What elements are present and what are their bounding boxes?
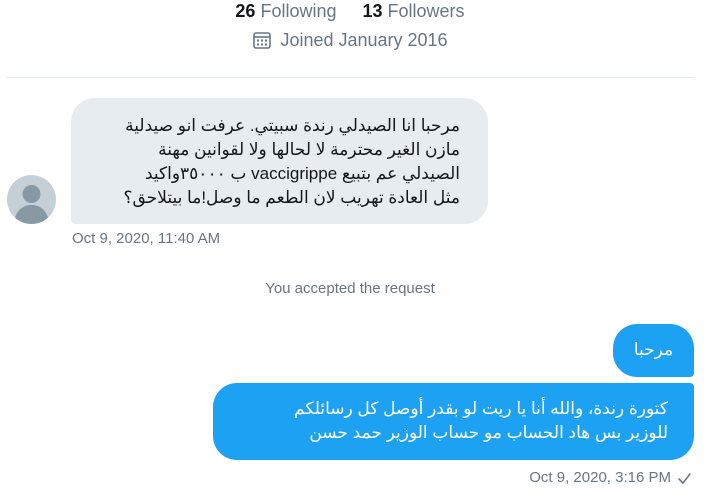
sent-message-bubble[interactable]: كتورة رندة، والله أنا يا ريت لو بقدر أوص… bbox=[213, 383, 694, 460]
joined-info: Joined January 2016 bbox=[6, 29, 694, 51]
received-message-line: الصيدلي عم بتبيع vaccigrippe ب ٣٥٠٠٠واكي… bbox=[144, 164, 460, 183]
received-message-line: مثل العادة تهريب لان الطعم ما وصل!ما بيت… bbox=[123, 188, 460, 207]
sent-message-status: Oct 9, 2020, 3:16 PM bbox=[529, 469, 692, 487]
profile-summary: 26 Following 13 Followers Joined January 2… bbox=[6, 0, 694, 78]
received-message-timestamp: Oct 9, 2020, 11:40 AM bbox=[72, 230, 221, 247]
joined-date: Joined January 2016 bbox=[280, 30, 448, 50]
received-message-bubble[interactable]: مرحبا انا الصيدلي رندة سبيتي. عرفت انو ص… bbox=[71, 98, 488, 224]
following-label: Following bbox=[260, 1, 337, 21]
sent-message-text: كتورة رندة، والله أنا يا ريت لو بقدر أوص… bbox=[228, 397, 668, 445]
sent-message-line: مرحبا bbox=[633, 340, 674, 359]
following-link[interactable]: 26 Following bbox=[235, 0, 336, 22]
follow-stats: 26 Following 13 Followers bbox=[6, 0, 694, 22]
request-accepted-notice: You accepted the request bbox=[265, 280, 435, 297]
followers-label: Followers bbox=[387, 1, 465, 21]
following-count: 26 bbox=[235, 1, 256, 21]
followers-count: 13 bbox=[362, 1, 383, 21]
sent-message-line: للوزير بس هاد الحساب مو حساب الوزير حمد … bbox=[309, 423, 668, 442]
dm-conversation-page: 26 Following 13 Followers Joined January 2… bbox=[0, 0, 708, 502]
default-avatar-icon[interactable] bbox=[7, 175, 56, 224]
avatar-silhouette bbox=[14, 185, 49, 224]
sent-message-timestamp: Oct 9, 2020, 3:16 PM bbox=[529, 469, 671, 486]
followers-link[interactable]: 13 Followers bbox=[363, 0, 465, 22]
sent-message-line: كتورة رندة، والله أنا يا ريت لو بقدر أوص… bbox=[294, 399, 668, 418]
received-message-text: مرحبا انا الصيدلي رندة سبيتي. عرفت انو ص… bbox=[80, 114, 460, 210]
sent-message-text: مرحبا bbox=[613, 338, 694, 362]
checkmark-icon bbox=[678, 472, 691, 484]
received-message-line: مازن الغير محترمة لا لحالها ولا لقوانين … bbox=[158, 140, 460, 159]
received-message-line: مرحبا انا الصيدلي رندة سبيتي. عرفت انو ص… bbox=[125, 116, 460, 135]
sent-message-bubble[interactable]: مرحبا bbox=[613, 324, 694, 377]
calendar-icon bbox=[253, 32, 272, 49]
